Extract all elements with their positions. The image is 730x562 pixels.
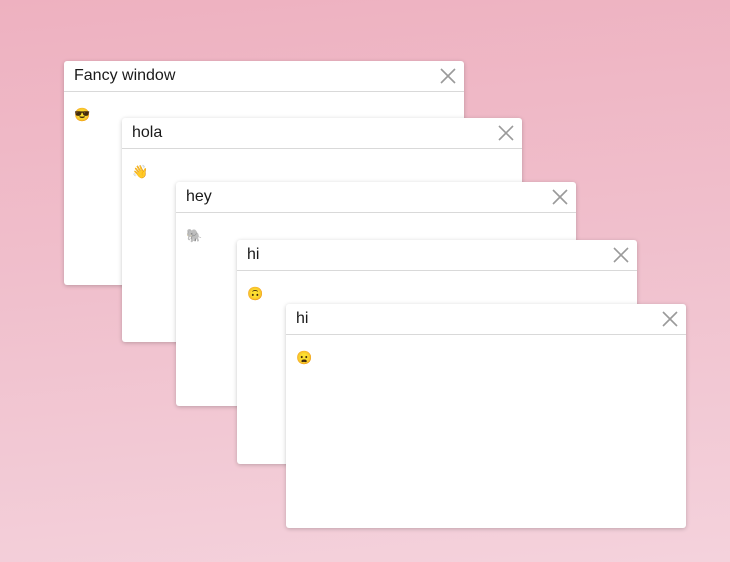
close-icon[interactable] xyxy=(550,187,570,207)
close-icon[interactable] xyxy=(496,123,516,143)
window-titlebar[interactable]: hi xyxy=(237,240,637,271)
frowning-face-icon: 😦 xyxy=(296,350,313,365)
window-hi-front[interactable]: hi 😦 xyxy=(286,304,686,528)
close-icon[interactable] xyxy=(660,309,680,329)
close-icon[interactable] xyxy=(611,245,631,265)
window-titlebar[interactable]: hi xyxy=(286,304,686,335)
window-title: hola xyxy=(132,124,163,141)
window-titlebar[interactable]: Fancy window xyxy=(64,61,464,92)
window-titlebar[interactable]: hola xyxy=(122,118,522,149)
window-title: hi xyxy=(296,310,309,327)
upside-down-face-icon: 🙃 xyxy=(247,286,264,301)
waving-hand-icon: 👋 xyxy=(132,164,149,179)
window-titlebar[interactable]: hey xyxy=(176,182,576,213)
close-icon[interactable] xyxy=(438,66,458,86)
sunglasses-face-icon: 😎 xyxy=(74,107,91,122)
window-title: Fancy window xyxy=(74,67,176,84)
window-title: hi xyxy=(247,246,260,263)
elephant-icon: 🐘 xyxy=(186,228,203,243)
window-title: hey xyxy=(186,188,212,205)
